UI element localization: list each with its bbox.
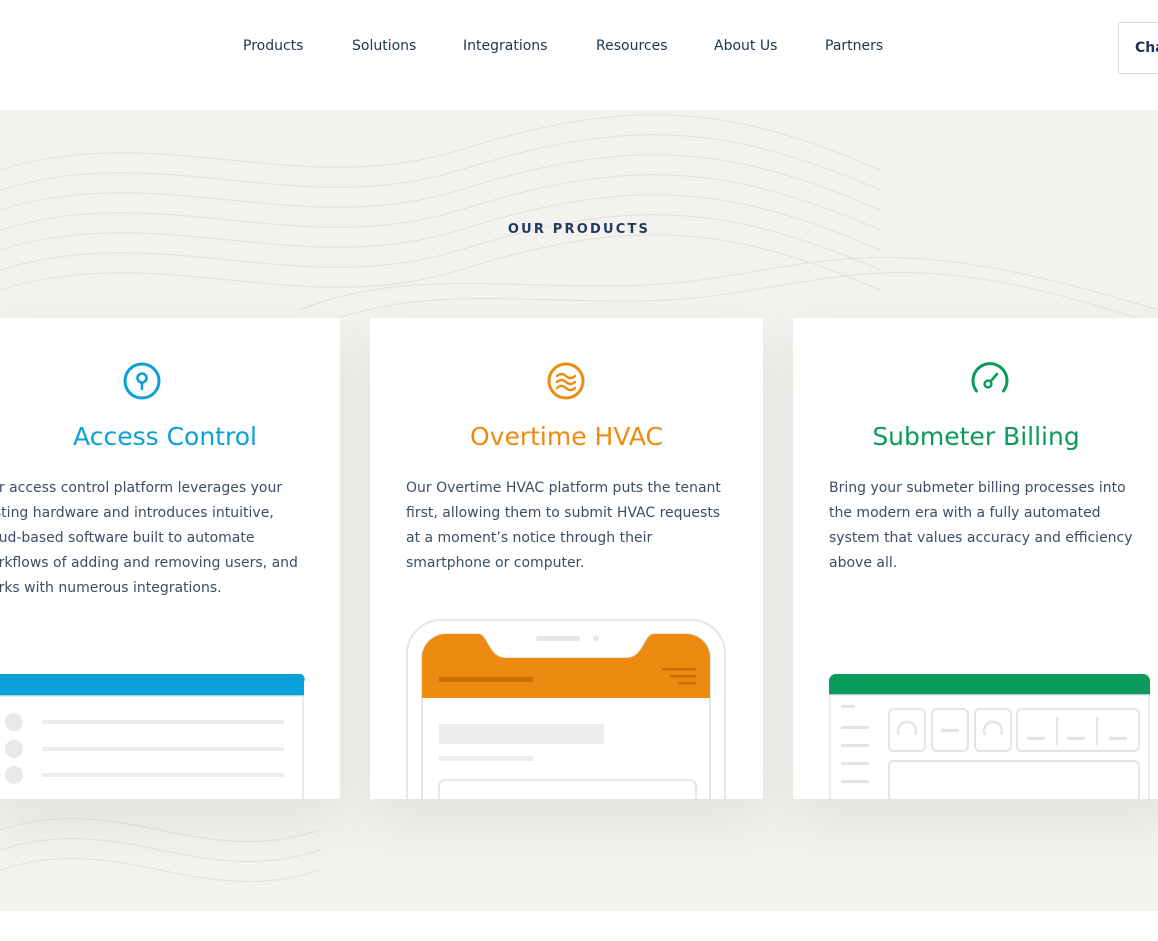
nav-item-partners[interactable]: Partners: [825, 38, 883, 54]
product-card-access-control[interactable]: Access Control ur access control platfor…: [0, 318, 340, 799]
nav-item-solutions[interactable]: Solutions: [352, 38, 416, 54]
nav-item-resources[interactable]: Resources: [596, 38, 668, 54]
products-section: OUR PRODUCTS Access Control ur access co…: [0, 110, 1158, 911]
nav-item-integrations[interactable]: Integrations: [463, 38, 547, 54]
card-title: Submeter Billing: [872, 422, 1080, 451]
billing-dashboard-illustration: [829, 674, 1150, 799]
card-description: Bring your submeter billing processes in…: [829, 480, 1133, 571]
gauge-icon: [971, 362, 1009, 393]
nav-item-products[interactable]: Products: [243, 38, 303, 54]
keyhole-icon: [123, 362, 161, 400]
phone-app-illustration: [406, 619, 726, 799]
product-card-overtime-hvac[interactable]: Overtime HVAC Our Overtime HVAC platform…: [370, 318, 763, 799]
product-card-submeter-billing[interactable]: Submeter Billing Bring your submeter bil…: [793, 318, 1158, 799]
airflow-icon: [547, 362, 585, 400]
access-dashboard-illustration: [0, 674, 305, 799]
page: Products Solutions Integrations Resource…: [0, 0, 1158, 941]
chat-button[interactable]: Chat: [1118, 22, 1158, 74]
nav-item-about-us[interactable]: About Us: [714, 38, 777, 54]
card-title: Overtime HVAC: [470, 422, 663, 451]
card-title: Access Control: [73, 422, 257, 451]
card-description: ur access control platform leverages you…: [0, 480, 298, 596]
site-header: Products Solutions Integrations Resource…: [0, 0, 1158, 110]
section-label: OUR PRODUCTS: [507, 222, 651, 237]
card-description: Our Overtime HVAC platform puts the tena…: [406, 480, 721, 571]
next-section-edge: [0, 911, 1158, 941]
